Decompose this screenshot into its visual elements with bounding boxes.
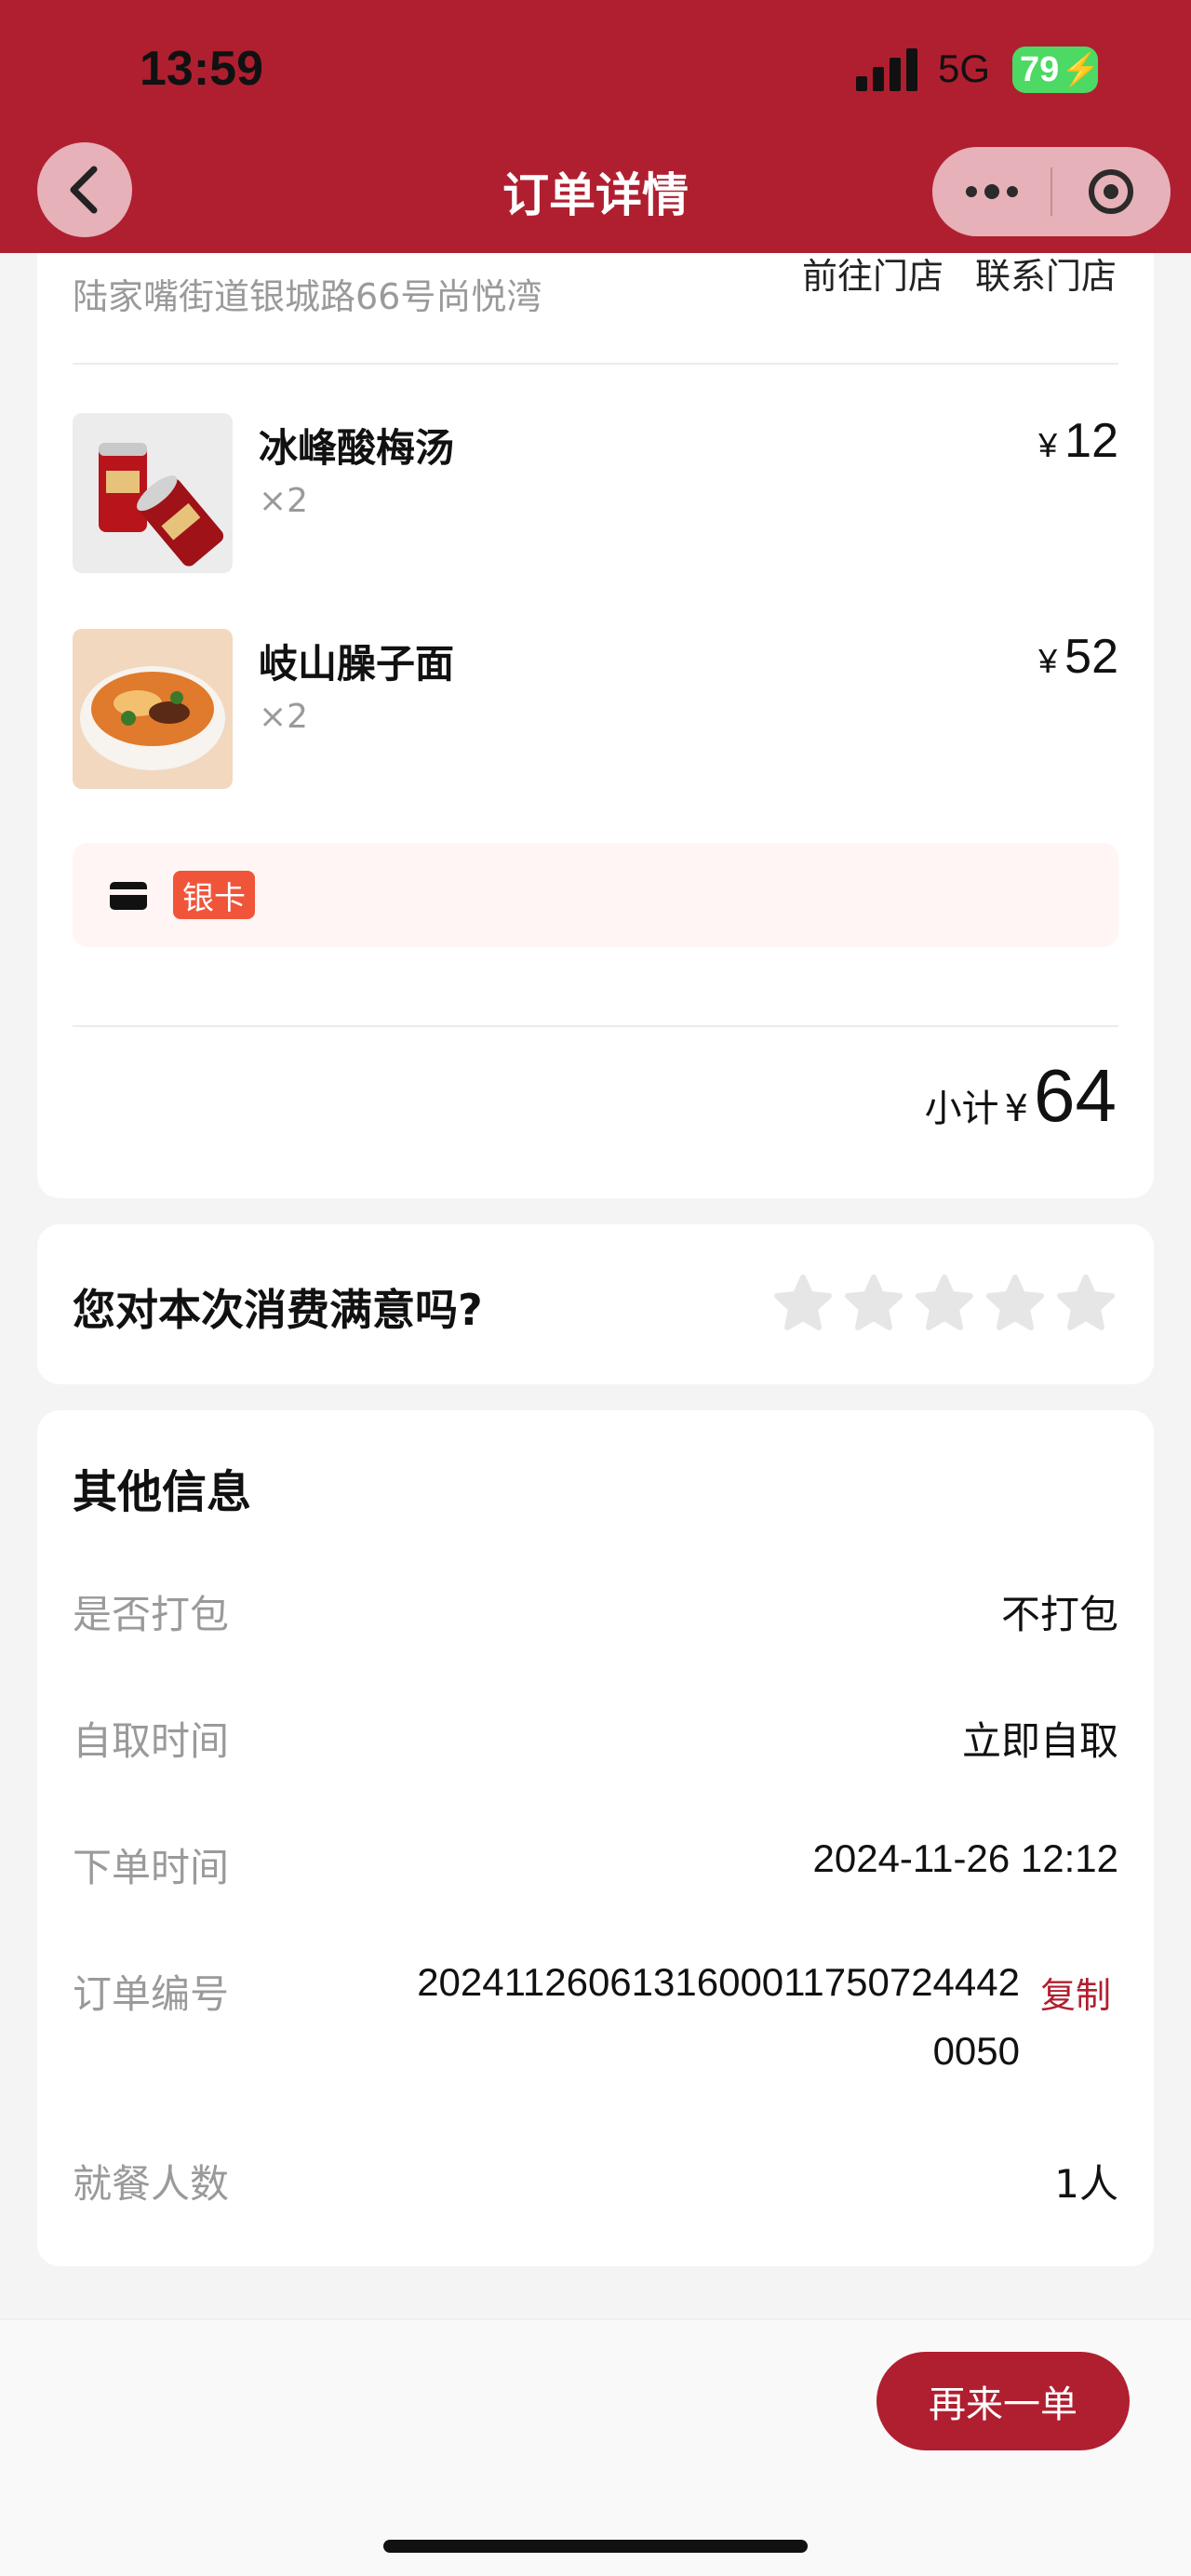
subtotal: 小计 ¥ 64 xyxy=(925,1053,1117,1139)
star-icon[interactable] xyxy=(772,1273,834,1334)
list-item: 岐山臊子面 ×2 ¥52 xyxy=(73,629,1118,789)
currency-symbol: ¥ xyxy=(1038,642,1058,680)
divider xyxy=(73,363,1118,365)
subtotal-amount: 64 xyxy=(1034,1054,1117,1137)
store-actions: 前往门店 联系门店 xyxy=(802,247,1117,299)
battery-level: 79 xyxy=(1020,49,1060,89)
star-icon[interactable] xyxy=(1055,1273,1117,1334)
currency-symbol: ¥ xyxy=(1038,426,1058,464)
item-quantity: ×2 xyxy=(259,698,309,736)
reorder-button[interactable]: 再来一单 xyxy=(877,2352,1130,2450)
close-miniprogram-button[interactable] xyxy=(1052,147,1171,236)
network-type: 5G xyxy=(938,47,991,90)
info-value: 1人 xyxy=(1054,2161,1118,2207)
item-price: ¥12 xyxy=(1038,413,1118,469)
currency-symbol: ¥ xyxy=(1004,1088,1029,1130)
charging-icon: ⚡ xyxy=(1061,52,1101,87)
header-bar: 13:59 5G 79 ⚡ 订单详情 xyxy=(0,0,1191,253)
info-value: 2024-11-26 12:12 xyxy=(812,1836,1119,1880)
list-item: 冰峰酸梅汤 ×2 ¥12 xyxy=(73,413,1118,573)
signal-icon xyxy=(856,48,917,91)
star-icon[interactable] xyxy=(984,1273,1046,1334)
contact-store-link[interactable]: 联系门店 xyxy=(975,247,1117,299)
star-icon[interactable] xyxy=(914,1273,975,1334)
item-price-value: 52 xyxy=(1064,630,1118,684)
payment-method: 银卡 xyxy=(73,843,1118,947)
target-icon xyxy=(1089,169,1134,214)
order-card: 陆家嘴街道银城路66号尚悦湾 前往门店 联系门店 冰峰酸梅汤 ×2 ¥12 岐山… xyxy=(37,186,1154,1198)
rating-card: 您对本次消费满意吗? xyxy=(37,1224,1154,1384)
battery-indicator: 79 ⚡ xyxy=(1012,47,1101,93)
product-image-drink xyxy=(73,413,233,573)
info-label: 就餐人数 xyxy=(73,2161,230,2207)
product-image-noodles xyxy=(73,629,233,789)
go-to-store-link[interactable]: 前往门店 xyxy=(802,247,943,299)
star-icon[interactable] xyxy=(843,1273,904,1334)
section-title: 其他信息 xyxy=(73,1466,252,1518)
bottom-action-bar: 再来一单 xyxy=(0,2318,1191,2576)
subtotal-label: 小计 xyxy=(924,1088,999,1130)
other-info-card: 其他信息 是否打包 不打包 自取时间 立即自取 下单时间 2024-11-26 … xyxy=(37,1410,1154,2266)
info-label: 订单编号 xyxy=(73,1971,230,2017)
store-address: 陆家嘴街道银城路66号尚悦湾 xyxy=(73,276,542,317)
info-value: 不打包 xyxy=(1000,1592,1118,1637)
bank-card-icon xyxy=(110,882,147,910)
payment-badge: 银卡 xyxy=(173,871,255,919)
home-indicator xyxy=(383,2540,808,2553)
order-number-value: 2024112606131600011750724442005​0 xyxy=(417,1960,1020,2073)
info-label: 自取时间 xyxy=(73,1718,230,1764)
info-label: 下单时间 xyxy=(73,1845,230,1890)
status-time: 13:59 xyxy=(140,42,263,96)
item-name: 冰峰酸梅汤 xyxy=(259,425,455,471)
copy-button[interactable]: 复制 xyxy=(1040,1967,1111,2018)
divider xyxy=(73,1025,1118,1027)
item-name: 岐山臊子面 xyxy=(259,641,455,687)
item-price: ¥52 xyxy=(1038,629,1118,685)
mini-program-capsule xyxy=(932,147,1171,236)
more-icon xyxy=(965,184,1018,199)
star-rating xyxy=(772,1273,1117,1334)
item-price-value: 12 xyxy=(1064,414,1118,468)
rating-question: 您对本次消费满意吗? xyxy=(73,1285,483,1335)
info-row-order-number: 订单编号 2024112606131600011750724442005​0 复… xyxy=(73,1960,1118,2075)
info-value: 立即自取 xyxy=(961,1718,1118,1764)
more-button[interactable] xyxy=(932,147,1050,236)
item-quantity: ×2 xyxy=(259,482,309,520)
info-label: 是否打包 xyxy=(73,1592,230,1637)
